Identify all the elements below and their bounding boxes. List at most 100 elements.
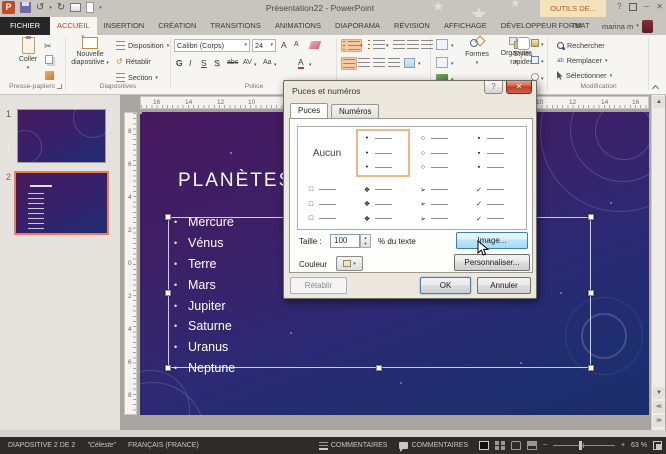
collapse-ribbon-icon[interactable]	[652, 85, 659, 92]
dialog-close-button[interactable]: ✕	[506, 81, 532, 94]
account-area[interactable]: marina m ▾	[602, 17, 653, 35]
next-slide-icon[interactable]: ≫	[653, 415, 665, 427]
ok-button[interactable]: OK	[420, 277, 471, 294]
shape-fill-icon[interactable]	[531, 39, 539, 47]
grow-font-button[interactable]: A	[281, 40, 287, 50]
tab-accueil[interactable]: ACCUEIL	[50, 17, 97, 35]
selection-handle[interactable]	[588, 365, 594, 371]
columns-button[interactable]	[404, 58, 415, 68]
bullet-item[interactable]: •Mars	[174, 274, 235, 295]
shrink-font-button[interactable]: A	[294, 41, 299, 48]
redo-icon[interactable]: ↻	[57, 1, 65, 14]
change-case-button[interactable]: Aa	[263, 59, 272, 66]
zoom-slider-thumb[interactable]	[579, 441, 582, 450]
new-document-icon[interactable]	[86, 2, 94, 13]
slideshow-view-icon[interactable]	[527, 441, 537, 450]
tab-animations[interactable]: ANIMATIONS	[268, 17, 328, 35]
undo-caret-icon[interactable]: ▾	[49, 5, 52, 11]
slide-number-indicator[interactable]: DIAPOSITIVE 2 DE 2	[8, 442, 75, 449]
bullet-item[interactable]: •Mercure	[174, 212, 235, 233]
text-shadow-button[interactable]: S	[214, 58, 220, 68]
increase-indent-button[interactable]	[406, 39, 420, 50]
minimize-button[interactable]: ─	[644, 2, 650, 11]
bold-button[interactable]: G	[176, 58, 183, 68]
zoom-level[interactable]: 63 %	[631, 442, 647, 449]
zoom-slider[interactable]	[553, 445, 615, 446]
decrease-indent-button[interactable]	[392, 39, 406, 50]
help-button[interactable]: ?	[617, 2, 621, 11]
bullet-item[interactable]: •Uranus	[174, 337, 235, 358]
font-color-button[interactable]: A	[298, 57, 304, 69]
section-button[interactable]: Section▾	[116, 73, 158, 82]
tab-format[interactable]: FORMAT	[548, 17, 600, 35]
reset-button[interactable]: ↺ Rétablir	[116, 57, 151, 66]
contextual-tab-header[interactable]: OUTILS DE...	[540, 0, 606, 17]
selection-handle[interactable]	[165, 290, 171, 296]
new-slide-button[interactable]: Nouvelle diapositive ▾	[68, 37, 112, 68]
line-spacing-button[interactable]	[420, 39, 434, 50]
select-button[interactable]: Sélectionner▾	[557, 71, 612, 80]
clipboard-dialog-launcher-icon[interactable]	[57, 84, 62, 89]
italic-button[interactable]: I	[189, 58, 191, 68]
justify-button[interactable]	[387, 57, 401, 68]
undo-icon[interactable]: ↺	[36, 1, 44, 14]
zoom-out-button[interactable]: −	[543, 442, 547, 449]
fit-to-window-icon[interactable]	[653, 441, 662, 450]
font-size-select[interactable]: 24▾	[252, 39, 276, 52]
tab-creation[interactable]: CRÉATION	[151, 17, 203, 35]
language-indicator[interactable]: FRANÇAIS (FRANCE)	[128, 442, 199, 449]
align-right-button[interactable]	[372, 57, 386, 68]
selection-handle[interactable]	[376, 365, 382, 371]
clear-formatting-icon[interactable]	[309, 41, 322, 49]
dialog-help-button[interactable]: ?	[484, 81, 503, 94]
zoom-in-button[interactable]: +	[621, 442, 625, 449]
customize-button[interactable]: Personnaliser...	[454, 254, 530, 271]
format-painter-icon[interactable]	[45, 71, 54, 80]
notes-toggle[interactable]: COMMENTAIRES	[319, 442, 388, 450]
tab-insertion[interactable]: INSERTION	[97, 17, 152, 35]
normal-view-icon[interactable]	[479, 441, 489, 450]
bullets-button[interactable]	[341, 39, 362, 52]
find-button[interactable]: Rechercher	[557, 41, 605, 50]
text-direction-button[interactable]	[436, 39, 448, 50]
bullet-item[interactable]: •Vénus	[174, 233, 235, 254]
bullet-style-filled-square[interactable]: ▪ ▪ ▪	[468, 129, 522, 177]
slide-thumbnail-1[interactable]	[17, 109, 106, 163]
tab-numeros[interactable]: Numéros	[331, 104, 379, 119]
tab-diaporama[interactable]: DIAPORAMA	[328, 17, 387, 35]
shapes-button[interactable]: Formes ▾	[458, 37, 496, 68]
align-left-button[interactable]	[341, 57, 357, 70]
bullet-style-checkmark[interactable]: ✓ ✓ ✓	[468, 180, 522, 228]
bullet-style-hollow-round[interactable]: ○ ○ ○	[412, 129, 466, 177]
powerpoint-logo-icon[interactable]: P	[2, 1, 15, 14]
tab-fichier[interactable]: FICHIER	[0, 17, 50, 35]
replace-button[interactable]: ab Remplacer▾	[557, 56, 607, 65]
vertical-scrollbar[interactable]: ▲ ▼ ≪ ≫	[651, 95, 665, 430]
ribbon-display-options-icon[interactable]	[629, 3, 637, 11]
cut-icon[interactable]: ✂	[44, 41, 52, 52]
strikethrough-button[interactable]: abc	[227, 59, 238, 66]
bullet-item[interactable]: •Terre	[174, 254, 235, 275]
avatar[interactable]	[642, 20, 653, 33]
color-dropdown[interactable]: ▾	[336, 256, 363, 271]
close-button[interactable]: ✕	[656, 2, 663, 11]
shape-outline-icon[interactable]	[531, 56, 539, 64]
selection-handle[interactable]	[588, 290, 594, 296]
align-text-button[interactable]	[436, 57, 448, 68]
tab-revision[interactable]: RÉVISION	[387, 17, 437, 35]
align-center-button[interactable]	[357, 57, 371, 68]
start-from-beginning-icon[interactable]	[70, 3, 81, 12]
scroll-down-icon[interactable]: ▼	[653, 387, 665, 399]
size-input[interactable]: 100	[330, 234, 360, 248]
size-spinner[interactable]: ▲▼	[360, 234, 371, 248]
bullet-item[interactable]: •Saturne	[174, 316, 235, 337]
tab-puces[interactable]: Puces	[290, 103, 328, 119]
image-button[interactable]: Image...	[456, 232, 528, 249]
slide-bullet-list[interactable]: •Mercure •Vénus •Terre •Mars •Jupiter •S…	[174, 212, 235, 378]
slide-title[interactable]: PLANÈTES	[178, 170, 293, 192]
tab-affichage[interactable]: AFFICHAGE	[437, 17, 494, 35]
customize-qat-icon[interactable]: ▾	[99, 5, 102, 11]
tab-transitions[interactable]: TRANSITIONS	[203, 17, 267, 35]
bullet-item[interactable]: •Jupiter	[174, 295, 235, 316]
bullet-style-filled-round[interactable]: • • •	[356, 129, 410, 177]
